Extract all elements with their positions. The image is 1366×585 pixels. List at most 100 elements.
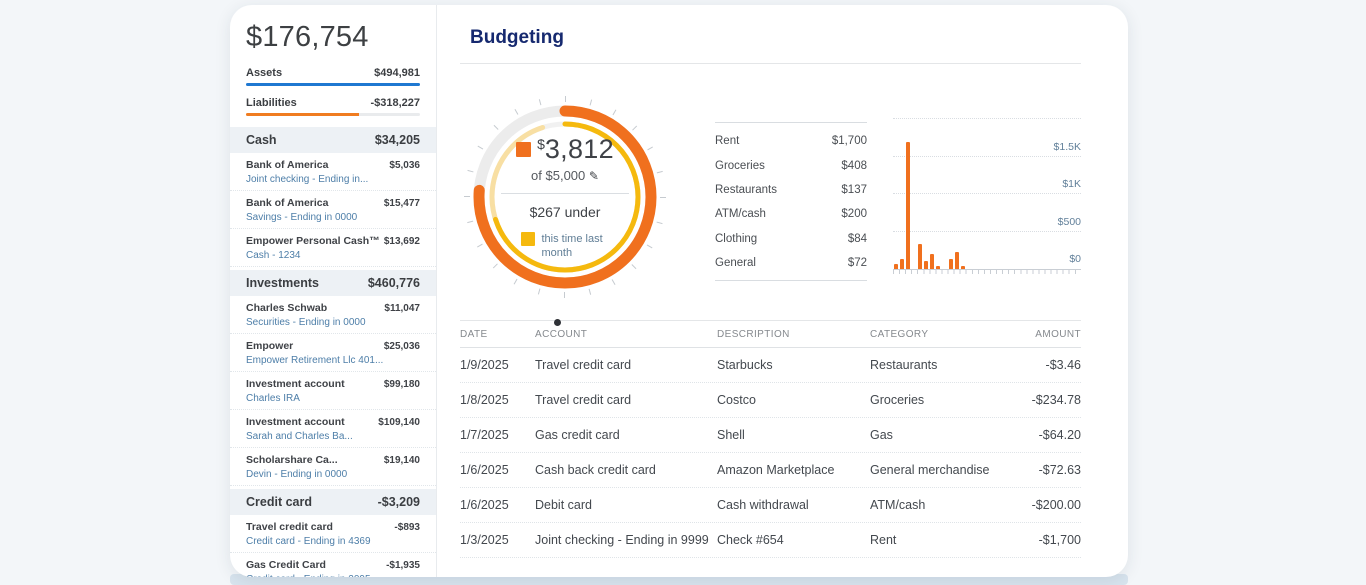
section-label: Investments xyxy=(246,276,319,290)
tx-description: Amazon Marketplace xyxy=(717,463,870,477)
budget-gauge[interactable]: $ 3,812 of $5,000 ✎ $267 under this time… xyxy=(460,92,670,302)
tx-date: 1/9/2025 xyxy=(460,358,535,372)
account-detail: Joint checking - Ending in... xyxy=(246,174,368,185)
transaction-row[interactable]: 1/6/2025 Debit card Cash withdrawal ATM/… xyxy=(460,488,1081,523)
account-detail: Empower Retirement Llc 401... xyxy=(246,355,383,366)
category-value: $72 xyxy=(848,257,867,269)
category-row[interactable]: Restaurants $137 xyxy=(715,178,867,202)
transaction-row[interactable]: 1/9/2025 Travel credit card Starbucks Re… xyxy=(460,348,1081,383)
chart-bar xyxy=(961,266,965,269)
account-row[interactable]: Gas Credit Card Credit card - Ending in … xyxy=(230,553,436,577)
dashboard-card: $176,754 Assets $494,981 Liabilities -$3… xyxy=(230,5,1128,577)
account-name: Scholarshare Ca... xyxy=(246,454,347,466)
net-worth-sidebar: $176,754 Assets $494,981 Liabilities -$3… xyxy=(230,5,437,577)
tx-description: Check #654 xyxy=(717,533,870,547)
account-row[interactable]: Investment account Sarah and Charles Ba.… xyxy=(230,410,436,448)
chart-y-label: $500 xyxy=(1054,216,1081,228)
section-total: $34,205 xyxy=(375,133,420,147)
transactions-table: DATE ACCOUNT DESCRIPTION CATEGORY AMOUNT… xyxy=(460,320,1081,558)
section-total: $460,776 xyxy=(368,276,420,290)
category-value: $408 xyxy=(841,160,867,172)
account-name: Travel credit card xyxy=(246,521,371,533)
tx-description: Starbucks xyxy=(717,358,870,372)
chart-x-axis-ticks xyxy=(893,270,1081,274)
account-value: $13,692 xyxy=(384,235,420,261)
category-row[interactable]: ATM/cash $200 xyxy=(715,202,867,226)
tx-category: General merchandise xyxy=(870,463,1015,477)
tx-amount: -$1,700 xyxy=(1015,533,1081,547)
category-label: Rent xyxy=(715,135,739,147)
assets-bar xyxy=(246,83,420,86)
current-spend-swatch xyxy=(516,142,531,157)
account-detail: Cash - 1234 xyxy=(246,250,380,261)
account-value: $5,036 xyxy=(389,159,420,185)
category-value: $200 xyxy=(841,208,867,220)
tx-category: ATM/cash xyxy=(870,498,1015,512)
tx-account: Joint checking - Ending in 9999 xyxy=(535,533,717,547)
section-header-cash[interactable]: Cash $34,205 xyxy=(230,127,436,153)
section-label: Credit card xyxy=(246,495,312,509)
account-name: Investment account xyxy=(246,378,345,390)
account-name: Empower Personal Cash™ xyxy=(246,235,380,247)
tx-date: 1/7/2025 xyxy=(460,428,535,442)
chart-bar xyxy=(955,252,959,269)
chart-bar xyxy=(900,259,904,269)
account-row[interactable]: Charles Schwab Securities - Ending in 00… xyxy=(230,296,436,334)
tx-description: Costco xyxy=(717,393,870,407)
transaction-row[interactable]: 1/6/2025 Cash back credit card Amazon Ma… xyxy=(460,453,1081,488)
spent-amount: 3,812 xyxy=(545,134,614,165)
account-row[interactable]: Bank of America Savings - Ending in 0000… xyxy=(230,191,436,229)
tx-date: 1/8/2025 xyxy=(460,393,535,407)
tx-category: Rent xyxy=(870,533,1015,547)
daily-spending-chart[interactable]: $0$500$1K$1.5K xyxy=(893,119,1081,269)
gauge-center-divider xyxy=(501,193,629,194)
assets-row[interactable]: Assets $494,981 xyxy=(230,67,436,79)
budget-target: of $5,000 ✎ xyxy=(531,168,599,183)
transaction-row[interactable]: 1/8/2025 Travel credit card Costco Groce… xyxy=(460,383,1081,418)
edit-budget-icon[interactable]: ✎ xyxy=(589,169,599,183)
section-header-investments[interactable]: Investments $460,776 xyxy=(230,270,436,296)
liabilities-row[interactable]: Liabilities -$318,227 xyxy=(230,97,436,109)
account-row[interactable]: Travel credit card Credit card - Ending … xyxy=(230,515,436,553)
currency-symbol: $ xyxy=(537,136,545,152)
account-row[interactable]: Investment account Charles IRA $99,180 xyxy=(230,372,436,410)
chart-bar xyxy=(949,259,953,269)
col-header-amount: AMOUNT xyxy=(1015,329,1081,340)
category-row[interactable]: Groceries $408 xyxy=(715,153,867,177)
transaction-row[interactable]: 1/3/2025 Joint checking - Ending in 9999… xyxy=(460,523,1081,558)
carousel-dot[interactable] xyxy=(554,319,561,326)
account-detail: Charles IRA xyxy=(246,393,345,404)
col-header-account: ACCOUNT xyxy=(535,329,717,340)
tx-account: Cash back credit card xyxy=(535,463,717,477)
category-row[interactable]: General $72 xyxy=(715,251,867,275)
transaction-row[interactable]: 1/7/2025 Gas credit card Shell Gas -$64.… xyxy=(460,418,1081,453)
last-month-legend: this time last month xyxy=(521,232,610,261)
category-row[interactable]: Rent $1,700 xyxy=(715,129,867,153)
section-header-credit-card[interactable]: Credit card -$3,209 xyxy=(230,489,436,515)
col-header-category: CATEGORY xyxy=(870,329,1015,340)
account-row[interactable]: Bank of America Joint checking - Ending … xyxy=(230,153,436,191)
account-row[interactable]: Empower Personal Cash™ Cash - 1234 $13,6… xyxy=(230,229,436,267)
col-header-description: DESCRIPTION xyxy=(717,329,870,340)
category-row[interactable]: Clothing $84 xyxy=(715,227,867,251)
section-label: Cash xyxy=(246,133,277,147)
tx-description: Shell xyxy=(717,428,870,442)
tx-category: Groceries xyxy=(870,393,1015,407)
liabilities-bar-fill xyxy=(246,113,359,116)
account-name: Charles Schwab xyxy=(246,302,366,314)
account-row[interactable]: Empower Empower Retirement Llc 401... $2… xyxy=(230,334,436,372)
account-value: -$1,935 xyxy=(386,559,420,577)
account-row[interactable]: Scholarshare Ca... Devin - Ending in 000… xyxy=(230,448,436,486)
account-value: -$893 xyxy=(394,521,420,547)
assets-bar-fill xyxy=(246,83,420,86)
account-detail: Savings - Ending in 0000 xyxy=(246,212,357,223)
chart-bar xyxy=(930,254,934,269)
account-detail: Devin - Ending in 0000 xyxy=(246,469,347,480)
account-value: $11,047 xyxy=(384,302,420,328)
tx-amount: -$234.78 xyxy=(1015,393,1081,407)
tx-account: Travel credit card xyxy=(535,393,717,407)
category-value: $137 xyxy=(841,184,867,196)
budgeting-panel: Budgeting $ xyxy=(437,5,1128,577)
account-detail: Credit card - Ending in 4369 xyxy=(246,536,371,547)
budget-status: $267 under xyxy=(530,204,601,220)
